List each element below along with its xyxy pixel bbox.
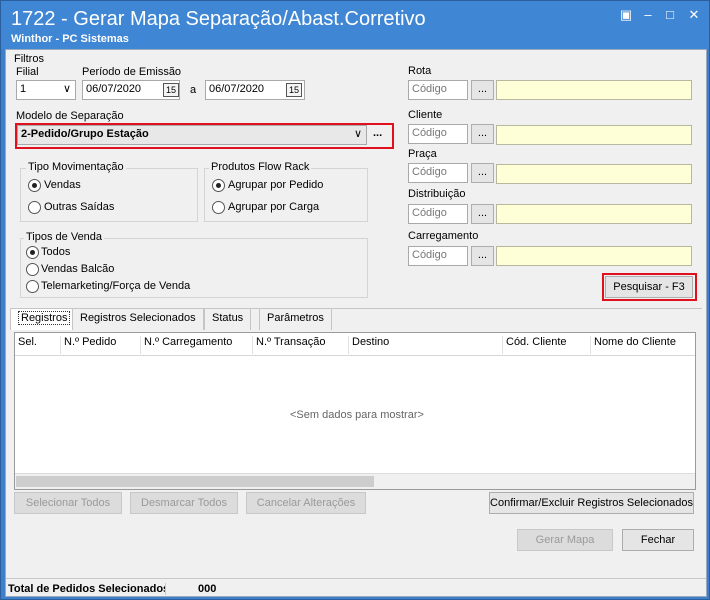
- date-end-value: 06/07/2020: [209, 83, 265, 95]
- cliente-description: [496, 125, 692, 145]
- radio-outras-label: Outras Saídas: [44, 201, 115, 213]
- distribuicao-label: Distribuição: [408, 188, 466, 200]
- window-title: 1722 - Gerar Mapa Separação/Abast.Corret…: [11, 8, 426, 30]
- column-header[interactable]: N.º Transação: [253, 336, 349, 354]
- header-divider: [15, 355, 695, 356]
- rota-description: [496, 80, 692, 100]
- calendar-icon[interactable]: 15: [163, 83, 179, 97]
- confirm-delete-button[interactable]: Confirmar/Excluir Registros Selecionados: [489, 492, 694, 514]
- cancel-changes-button[interactable]: Cancelar Alterações: [246, 492, 366, 514]
- chevron-down-icon: ∨: [62, 83, 71, 95]
- radio-vendas-balcao[interactable]: [26, 263, 39, 276]
- radio-todos-label: Todos: [41, 246, 71, 258]
- date-start-value: 06/07/2020: [86, 83, 142, 95]
- radio-vendas[interactable]: [28, 179, 41, 192]
- close-button[interactable]: Fechar: [622, 529, 694, 551]
- calendar-icon[interactable]: 15: [286, 83, 302, 97]
- status-label: Total de Pedidos Selecionados: [8, 583, 166, 595]
- radio-vendas-label: Vendas: [44, 179, 81, 191]
- cliente-code-input[interactable]: Código: [408, 124, 468, 144]
- tab-registros-selecionados[interactable]: Registros Selecionados: [72, 308, 204, 330]
- radio-todos[interactable]: [26, 246, 39, 259]
- radio-agrupar-pedido[interactable]: [212, 179, 225, 192]
- filters-label: Filtros: [14, 53, 44, 65]
- records-grid[interactable]: Sel. N.º Pedido N.º Carregamento N.º Tra…: [14, 332, 696, 490]
- filial-label: Filial: [16, 66, 39, 78]
- filial-select[interactable]: 1 ∨: [16, 80, 76, 100]
- distribuicao-code-input[interactable]: Código: [408, 204, 468, 224]
- select-all-button[interactable]: Selecionar Todos: [14, 492, 122, 514]
- tipo-mov-label: Tipo Movimentação: [26, 161, 126, 173]
- praca-description: [496, 164, 692, 184]
- window-subtitle: Winthor - PC Sistemas: [11, 33, 129, 45]
- distribuicao-more-button[interactable]: ...: [471, 204, 494, 224]
- rota-more-button[interactable]: ...: [471, 80, 494, 100]
- radio-outras-saidas[interactable]: [28, 201, 41, 214]
- column-header[interactable]: Destino: [349, 336, 503, 354]
- distribuicao-description: [496, 204, 692, 224]
- carregamento-code-input[interactable]: Código: [408, 246, 468, 266]
- tab-registros-label: Registros: [18, 311, 71, 325]
- column-header[interactable]: N.º Pedido: [61, 336, 141, 354]
- periodo-label: Período de Emissão: [82, 66, 182, 78]
- deselect-all-button[interactable]: Desmarcar Todos: [130, 492, 238, 514]
- modelo-label: Modelo de Separação: [16, 110, 124, 122]
- cliente-more-button[interactable]: ...: [471, 124, 494, 144]
- tipo-movimentacao-group: [20, 168, 198, 222]
- praca-label: Praça: [408, 148, 437, 160]
- praca-more-button[interactable]: ...: [471, 163, 494, 183]
- scrollbar-thumb[interactable]: [16, 476, 374, 487]
- app-window: 1722 - Gerar Mapa Separação/Abast.Corret…: [0, 0, 710, 600]
- praca-code-input[interactable]: Código: [408, 163, 468, 183]
- maximize-icon[interactable]: □: [661, 7, 679, 23]
- flow-rack-label: Produtos Flow Rack: [209, 161, 312, 173]
- highlight-search: [602, 273, 697, 301]
- carregamento-label: Carregamento: [408, 230, 479, 242]
- generate-map-button[interactable]: Gerar Mapa: [517, 529, 613, 551]
- status-value: 000: [198, 583, 217, 595]
- column-header[interactable]: Cód. Cliente: [503, 336, 591, 354]
- tab-status[interactable]: Status: [204, 308, 252, 330]
- column-header[interactable]: Nome do Cliente: [591, 336, 695, 354]
- status-bar: Total de Pedidos Selecionados 000: [6, 578, 706, 596]
- column-header[interactable]: Sel.: [15, 336, 61, 354]
- radio-agrupar-carga[interactable]: [212, 201, 225, 214]
- tab-registros[interactable]: Registros: [10, 308, 79, 330]
- empty-grid-message: <Sem dados para mostrar>: [290, 409, 424, 421]
- carregamento-description: [496, 246, 692, 266]
- rota-code-input[interactable]: Código: [408, 80, 468, 100]
- filial-value: 1: [20, 83, 27, 95]
- main-panel: Filtros Filial 1 ∨ Período de Emissão 06…: [5, 49, 707, 597]
- date-separator: a: [190, 84, 197, 96]
- close-icon[interactable]: ✕: [685, 7, 703, 23]
- flow-rack-group: [204, 168, 368, 222]
- radio-agrupar-carga-label: Agrupar por Carga: [228, 201, 320, 213]
- restore-window-icon[interactable]: ▣: [617, 7, 635, 23]
- title-bar: 1722 - Gerar Mapa Separação/Abast.Corret…: [1, 1, 709, 49]
- minimize-icon[interactable]: –: [639, 7, 657, 23]
- column-header[interactable]: N.º Carregamento: [141, 336, 253, 354]
- highlight-modelo: [15, 123, 394, 149]
- cliente-label: Cliente: [408, 109, 443, 121]
- tipos-venda-label: Tipos de Venda: [24, 231, 105, 243]
- radio-telemarketing[interactable]: [26, 280, 39, 293]
- horizontal-scrollbar[interactable]: [15, 473, 695, 489]
- carregamento-more-button[interactable]: ...: [471, 246, 494, 266]
- rota-label: Rota: [408, 65, 432, 77]
- radio-agrupar-pedido-label: Agrupar por Pedido: [228, 179, 324, 191]
- tab-parametros[interactable]: Parâmetros: [259, 308, 332, 330]
- radio-vendas-balcao-label: Vendas Balcão: [41, 263, 115, 275]
- radio-telemarketing-label: Telemarketing/Força de Venda: [41, 280, 191, 292]
